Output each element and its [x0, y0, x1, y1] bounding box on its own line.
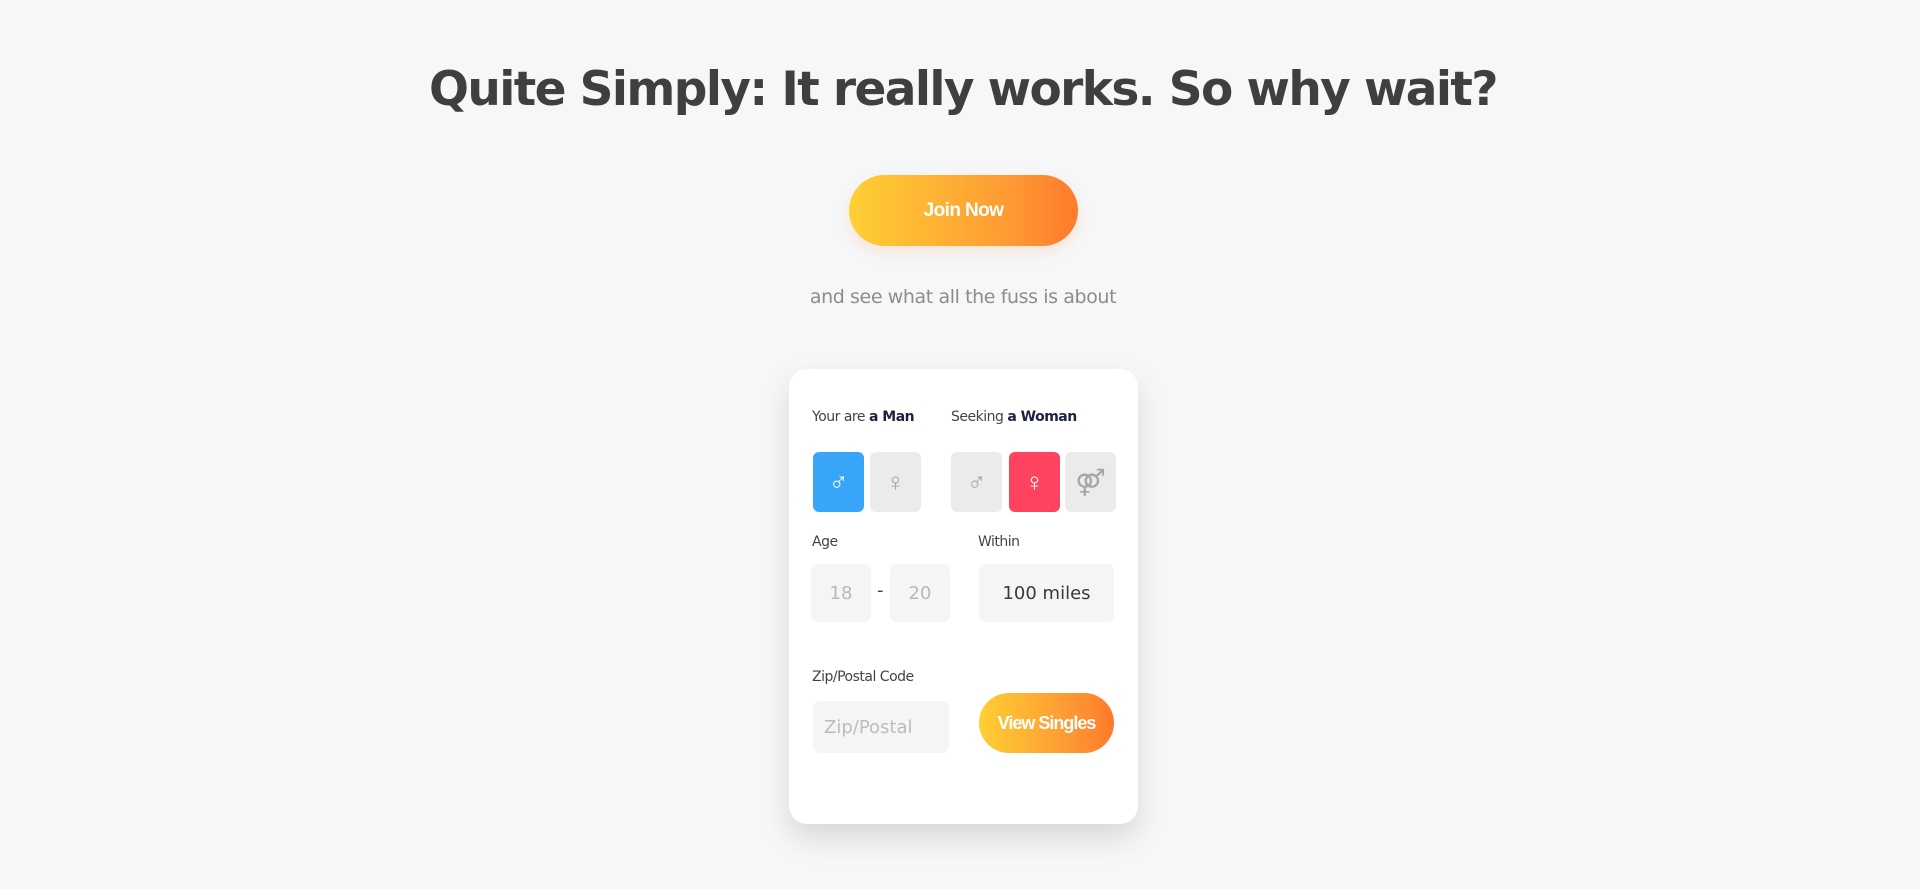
join-now-button[interactable]: Join Now	[849, 175, 1078, 246]
male-icon: ♂	[828, 466, 849, 497]
male-icon: ♂	[966, 466, 987, 497]
you-are-female-button[interactable]: ♀	[870, 452, 921, 512]
you-are-value: a Man	[868, 409, 915, 425]
seeking-value: a Woman	[1007, 409, 1077, 425]
female-icon: ♀	[1024, 466, 1045, 497]
you-are-male-button[interactable]: ♂	[813, 452, 864, 512]
zip-label: Zip/Postal Code	[812, 669, 914, 685]
seeking-both-button[interactable]: ⚤	[1065, 452, 1116, 512]
seeking-label: Seeking a Woman	[951, 409, 1077, 425]
within-select[interactable]: 100 miles	[979, 564, 1114, 622]
female-icon: ♀	[885, 466, 906, 497]
within-label: Within	[978, 534, 1020, 550]
seeking-male-button[interactable]: ♂	[951, 452, 1002, 512]
you-are-label: Your are a Man	[812, 409, 915, 425]
age-min-select[interactable]: 18	[811, 564, 871, 622]
male-female-icon: ⚤	[1075, 466, 1106, 497]
age-separator: -	[877, 580, 884, 601]
page-headline: Quite Simply: It really works. So why wa…	[429, 62, 1499, 117]
view-singles-button[interactable]: View Singles	[979, 693, 1114, 753]
age-label: Age	[812, 534, 838, 550]
seeking-female-button[interactable]: ♀	[1009, 452, 1060, 512]
zip-input[interactable]	[813, 701, 949, 753]
age-max-select[interactable]: 20	[890, 564, 950, 622]
tagline: and see what all the fuss is about	[809, 286, 1117, 308]
search-card: Your are a Man Seeking a Woman ♂ ♀ ♂ ♀ ⚤…	[789, 369, 1138, 824]
